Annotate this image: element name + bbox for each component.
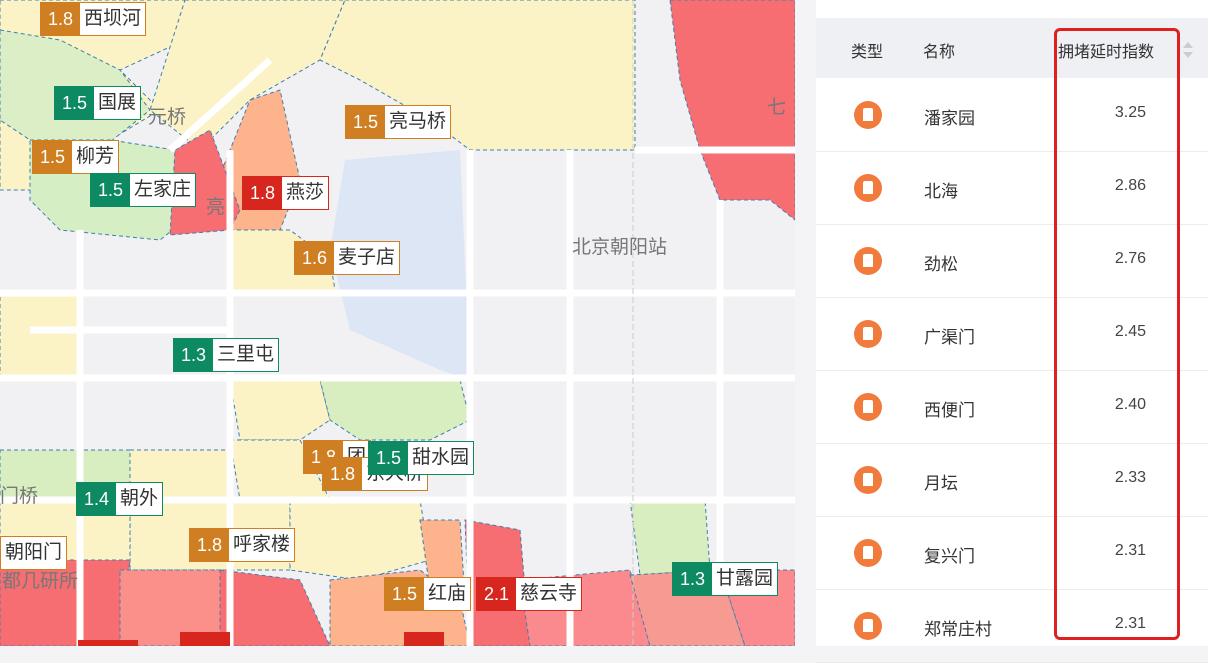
congestion-map[interactable]: 元桥 北京朝阳站 七 亮 门桥 都几研所 1.8 西坝河 1.5 国展 1.5 亮马桥… (0, 0, 795, 646)
marker-partial (404, 632, 444, 646)
marker-zuojiazhuang[interactable]: 1.5 左家庄 (90, 173, 197, 207)
marker-tianshuiyuan[interactable]: 1.5 甜水园 (368, 441, 475, 475)
marker-value: 1.5 (55, 87, 95, 119)
marker-hongmiao[interactable]: 1.5 红庙 (384, 577, 472, 611)
marker-name: 慈云寺 (520, 583, 578, 604)
highlight-box (1054, 28, 1180, 640)
marker-value: 1.8 (323, 458, 363, 490)
map-label-station: 北京朝阳站 (572, 237, 668, 258)
marker-value: 1.3 (673, 563, 713, 595)
marker-name: 朝外 (120, 488, 159, 509)
location-type-icon (854, 174, 882, 202)
marker-chaoyangmen[interactable]: 朝阳门 (0, 536, 68, 570)
row-name: 劲松 (924, 255, 958, 274)
marker-ciyunsi[interactable]: 2.1 慈云寺 (476, 577, 583, 611)
row-name: 西便门 (924, 401, 975, 420)
marker-value: 1.5 (385, 578, 425, 610)
location-type-icon (854, 247, 882, 275)
marker-yansha[interactable]: 1.8 燕莎 (242, 176, 330, 210)
location-type-icon (854, 320, 882, 348)
marker-hujialou[interactable]: 1.8 呼家楼 (189, 528, 296, 562)
marker-value: 1.4 (77, 483, 117, 515)
marker-maizidian[interactable]: 1.6 麦子店 (294, 241, 401, 275)
marker-name: 亮马桥 (389, 111, 447, 132)
marker-value: 1.8 (243, 177, 283, 209)
row-name: 郑常庄村 (924, 620, 992, 639)
marker-name: 柳芳 (76, 146, 115, 167)
row-name: 潘家园 (924, 109, 975, 128)
marker-name: 西坝河 (84, 8, 142, 29)
marker-liufang[interactable]: 1.5 柳芳 (32, 140, 120, 174)
marker-name: 左家庄 (134, 179, 192, 200)
map-label-menqiao: 门桥 (0, 486, 39, 507)
location-type-icon (854, 393, 882, 421)
marker-value: 2.1 (477, 578, 517, 610)
map-label-yuanqiao: 元桥 (148, 107, 187, 128)
row-name: 复兴门 (924, 547, 975, 566)
marker-name: 甘露园 (716, 568, 774, 589)
marker-value: 1.5 (346, 106, 386, 138)
marker-value: 1.5 (33, 141, 73, 173)
marker-partial (180, 632, 230, 646)
marker-value: 1.8 (190, 529, 230, 561)
marker-name: 燕莎 (286, 182, 325, 203)
marker-name: 麦子店 (338, 247, 396, 268)
location-type-icon (854, 539, 882, 567)
marker-partial (78, 640, 138, 646)
marker-name: 国展 (98, 92, 137, 113)
header-name: 名称 (923, 44, 956, 61)
location-type-icon (854, 101, 882, 129)
map-label-yanjiusuo: 都几研所 (2, 571, 79, 592)
marker-name: 甜水园 (412, 447, 470, 468)
marker-value: 1.8 (41, 3, 81, 35)
location-type-icon (854, 466, 882, 494)
map-label-liang: 亮 (206, 197, 226, 218)
map-label-qi: 七 (767, 97, 787, 118)
marker-value: 1.3 (174, 339, 214, 371)
marker-value: 1.5 (369, 442, 409, 474)
sort-icon[interactable] (1182, 40, 1194, 60)
marker-value: 1.6 (295, 242, 335, 274)
marker-name: 朝阳门 (5, 542, 63, 563)
marker-chaowai[interactable]: 1.4 朝外 (76, 482, 164, 516)
marker-ganluyuan[interactable]: 1.3 甘露园 (672, 562, 779, 596)
location-type-icon (854, 612, 882, 640)
marker-liangmaqiao[interactable]: 1.5 亮马桥 (345, 105, 452, 139)
marker-value: 1.5 (91, 174, 131, 206)
marker-guozhan[interactable]: 1.5 国展 (54, 86, 142, 120)
row-name: 广渠门 (924, 328, 975, 347)
row-name: 北海 (924, 182, 958, 201)
marker-xibahe[interactable]: 1.8 西坝河 (40, 2, 147, 36)
row-name: 月坛 (924, 474, 958, 493)
marker-sanlitun[interactable]: 1.3 三里屯 (173, 338, 280, 372)
marker-name: 三里屯 (217, 344, 275, 365)
header-type: 类型 (851, 44, 884, 61)
marker-name: 呼家楼 (233, 534, 291, 555)
marker-name: 红庙 (428, 583, 467, 604)
